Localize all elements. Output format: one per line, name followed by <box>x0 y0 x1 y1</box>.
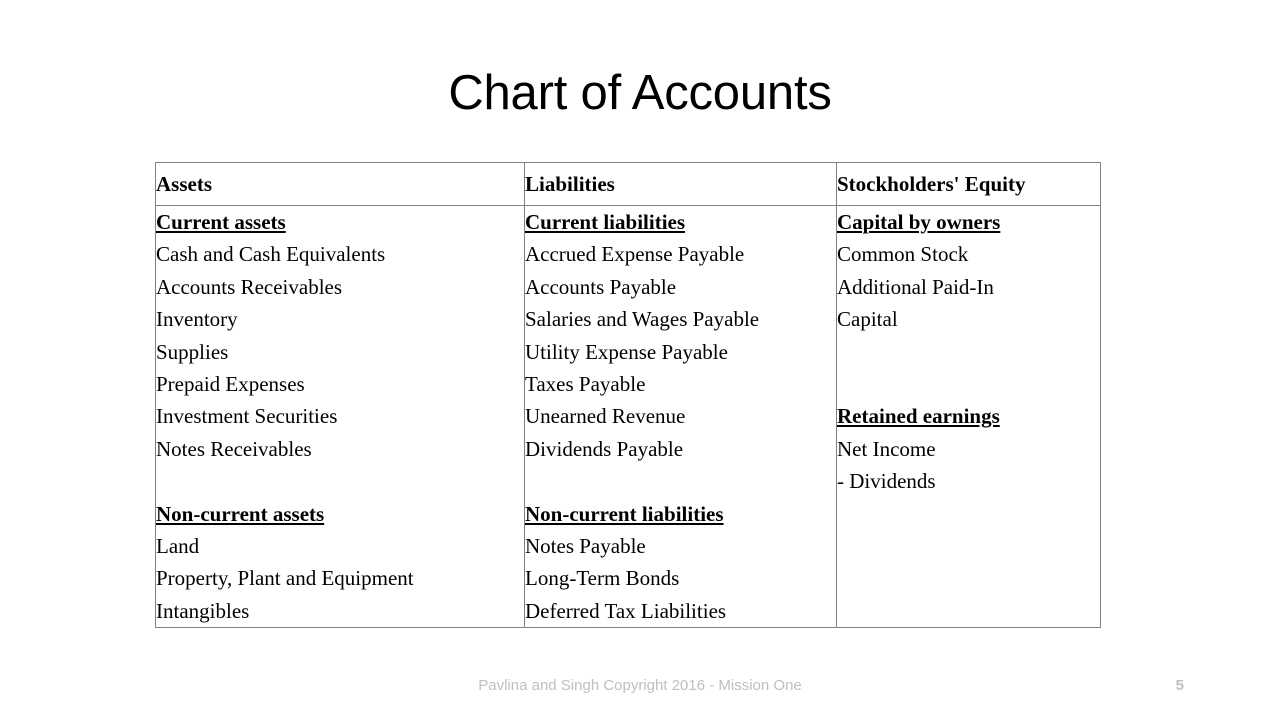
account-section-heading: Non-current assets <box>156 501 325 526</box>
account-line-item: Intangibles <box>156 598 250 623</box>
account-section-heading: Retained earnings <box>837 404 1000 429</box>
account-line-item: Property, Plant and Equipment <box>156 566 414 591</box>
account-line-item: Additional Paid-In <box>837 274 994 299</box>
account-line-item: Accrued Expense Payable <box>525 242 745 267</box>
account-line-item: Land <box>156 533 200 558</box>
table-body: Current assets Cash and Cash Equivalents A… <box>155 204 1101 629</box>
account-line-item: Deferred Tax Liabilities <box>525 598 727 623</box>
account-line-item: Prepaid Expenses <box>156 371 305 396</box>
account-line-item: Notes Receivables <box>156 436 312 461</box>
account-line-item: Accounts Payable <box>525 274 677 299</box>
account-line-item: Capital <box>837 307 898 332</box>
account-section-heading: Capital by owners <box>837 210 1001 234</box>
cell-liabilities: Current liabilities Accrued Expense Payab… <box>524 204 837 629</box>
cell-stockholders-equity: Capital by owners Common Stock Additional … <box>836 204 1101 629</box>
account-section-heading: Non-current liabilities <box>525 501 724 526</box>
account-line-item: Cash and Cash Equivalents <box>156 242 386 267</box>
account-line-item: Supplies <box>156 339 229 364</box>
account-line-item: Net Income <box>837 436 936 461</box>
account-line-item: Investment Securities <box>156 404 338 429</box>
account-line-item: Dividends Payable <box>525 436 684 461</box>
column-header-stockholders-equity: Stockholders' Equity <box>836 162 1101 206</box>
table-header-row: Assets Liabilities Stockholders' Equity <box>155 162 1101 206</box>
account-line-item: Accounts Receivables <box>156 274 343 299</box>
page-number: 5 <box>1175 677 1184 694</box>
account-section-heading: Current assets <box>156 210 286 234</box>
chart-of-accounts-table: Assets Liabilities Stockholders' Equity … <box>155 162 1101 629</box>
account-line-item: Unearned Revenue <box>525 404 686 429</box>
footer-credit: Pavlina and Singh Copyright 2016 - Missi… <box>478 677 802 694</box>
page-title: Chart of Accounts <box>448 66 832 120</box>
account-line-item: Utility Expense Payable <box>525 339 728 364</box>
account-section-heading: Current liabilities <box>525 210 686 234</box>
account-line-item: Salaries and Wages Payable <box>525 307 760 332</box>
column-header-assets: Assets <box>155 162 525 206</box>
account-line-item: Common Stock <box>837 242 969 267</box>
account-line-item: Inventory <box>156 307 238 332</box>
table-row: Current assets Cash and Cash Equivalents A… <box>155 204 1101 629</box>
cell-assets: Current assets Cash and Cash Equivalents A… <box>155 204 525 629</box>
table-header: Assets Liabilities Stockholders' Equity <box>155 162 1101 206</box>
column-header-liabilities: Liabilities <box>524 162 837 206</box>
account-line-item: - Dividends <box>837 469 936 494</box>
account-line-item: Long-Term Bonds <box>525 566 680 591</box>
account-line-item: Notes Payable <box>525 533 646 558</box>
account-line-item: Taxes Payable <box>525 371 646 396</box>
